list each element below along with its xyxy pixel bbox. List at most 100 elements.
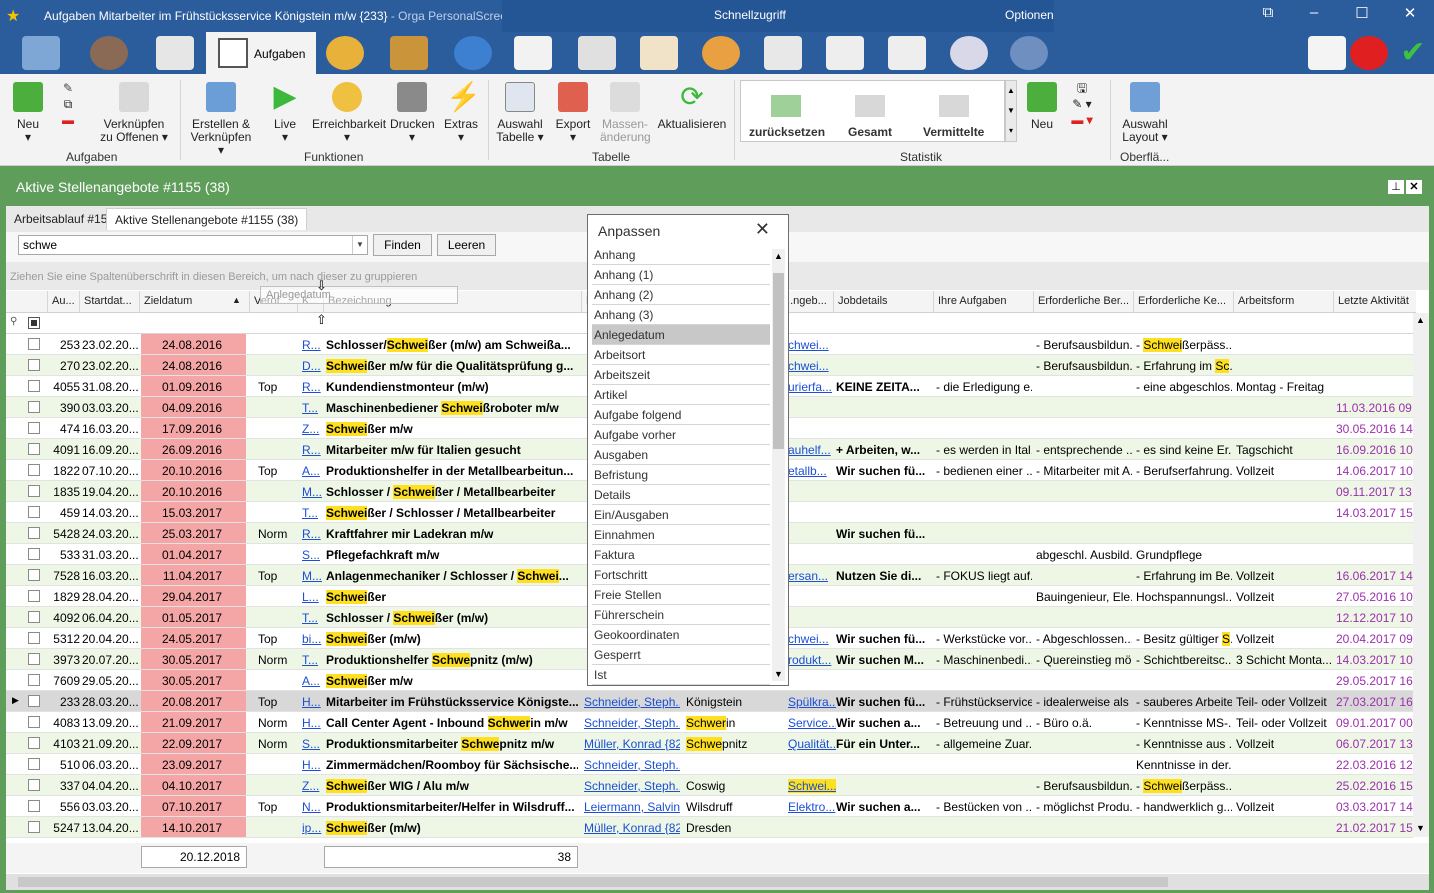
minimize-icon[interactable]: –: [1302, 4, 1326, 21]
column-chooser-item[interactable]: Führerschein: [592, 605, 770, 625]
coins-module-icon[interactable]: [326, 36, 364, 70]
extras-button[interactable]: ⚡ Extras ▾: [442, 82, 481, 144]
dialog-scroll-down-icon[interactable]: ▼: [774, 669, 783, 679]
cell-bezeichnung[interactable]: Schweißer: [326, 590, 578, 604]
pin-icon[interactable]: ⊥: [1388, 180, 1404, 194]
column-separator[interactable]: [581, 291, 582, 313]
cell-betreuer-link[interactable]: Schneider, Steph...: [584, 758, 680, 772]
column-separator[interactable]: [1233, 291, 1234, 313]
drucken-button[interactable]: Drucken ▾: [390, 82, 435, 144]
column-chooser-item[interactable]: Befristung: [592, 465, 770, 485]
row-checkbox[interactable]: [28, 779, 40, 791]
column-chooser-item[interactable]: Anhang (3): [592, 305, 770, 325]
cell-betreuer-link[interactable]: Schneider, Steph...: [584, 779, 680, 793]
cell-kunde-link[interactable]: N...: [302, 800, 324, 814]
column-separator[interactable]: [79, 291, 80, 313]
neu-stat-button[interactable]: Neu: [1024, 82, 1060, 131]
qa-task-icon[interactable]: [514, 36, 552, 70]
cell-bezeichnung[interactable]: Schweißer (m/w): [326, 821, 578, 835]
cell-bezeichnung[interactable]: Maschinenbediener Schweißroboter m/w: [326, 401, 578, 415]
column-separator[interactable]: [1333, 291, 1334, 313]
cell-kunde-link[interactable]: Z...: [302, 779, 324, 793]
column-header[interactable]: Erforderliche Ber...: [1038, 295, 1132, 307]
column-chooser-item[interactable]: Anlegedatum: [592, 325, 770, 345]
table-row[interactable]: 410321.09.20...22.09.2017 Normal S...Produ…: [6, 733, 1414, 754]
cell-bezeichnung[interactable]: Schweißer m/w für die Qualitätsprüfung g…: [326, 359, 578, 373]
column-chooser-item[interactable]: Anhang (2): [592, 285, 770, 305]
erreichbarkeit-button[interactable]: Erreichbarkeit ▾: [312, 82, 386, 144]
tab-aktive-stellenangebote[interactable]: Aktive Stellenangebote #1155 (38): [106, 208, 308, 230]
cell-bezeichnung[interactable]: Kraftfahrer mir Ladekran m/w: [326, 527, 578, 541]
cell-angebot-link[interactable]: chwei...: [788, 359, 836, 373]
auswahl-tabelle-button[interactable]: Auswahl Tabelle ▾: [496, 82, 544, 144]
row-checkbox[interactable]: [28, 611, 40, 623]
row-checkbox[interactable]: [28, 590, 40, 602]
cell-bezeichnung[interactable]: Call Center Agent - Inbound Schwerin m/w: [326, 716, 578, 730]
cell-kunde-link[interactable]: T...: [302, 401, 324, 415]
close-window-icon[interactable]: ✕: [1398, 4, 1422, 22]
cell-kunde-link[interactable]: R...: [302, 527, 324, 541]
massenaenderung-button[interactable]: Massen-änderung: [600, 82, 651, 144]
cell-kunde-link[interactable]: R...: [302, 338, 324, 352]
cell-kunde-link[interactable]: R...: [302, 380, 324, 394]
verknuepfen-button[interactable]: Verknüpfen zu Offenen ▾: [100, 82, 168, 144]
table-row[interactable]: ▶ 233 28.03.20... 20.08.2017 Top H... Mitarbei…: [6, 691, 1414, 712]
settings-gear-icon[interactable]: [1010, 36, 1048, 70]
row-checkbox[interactable]: [28, 821, 40, 833]
close-panel-icon[interactable]: ✕: [1406, 180, 1422, 194]
column-separator[interactable]: [933, 291, 934, 313]
cell-bezeichnung[interactable]: Pflegefachkraft m/w: [326, 548, 578, 562]
scroll-down-icon[interactable]: ▼: [1416, 823, 1425, 833]
column-separator[interactable]: [139, 291, 140, 313]
column-header[interactable]: Arbeitsform: [1238, 295, 1332, 307]
stat-gesamt[interactable]: Gesamt: [848, 125, 892, 139]
row-checkbox[interactable]: [28, 443, 40, 455]
qa-notes-icon[interactable]: [640, 36, 678, 70]
column-header[interactable]: ...ngeb...: [784, 295, 832, 307]
cell-bezeichnung[interactable]: Produktionsmitarbeiter Schwepnitz m/w: [326, 737, 578, 751]
cell-kunde-link[interactable]: T...: [302, 611, 324, 625]
cell-kunde-link[interactable]: T...: [302, 506, 324, 520]
cell-angebot-link[interactable]: Service...: [788, 716, 836, 730]
cell-betreuer-link[interactable]: Schneider, Steph...: [584, 716, 680, 730]
cell-kunde-link[interactable]: Z...: [302, 422, 324, 436]
qa-list-icon[interactable]: [764, 36, 802, 70]
row-checkbox[interactable]: [28, 464, 40, 476]
dialog-scroll-thumb[interactable]: [773, 273, 784, 449]
qa-clock-icon[interactable]: [950, 36, 988, 70]
date-module-icon[interactable]: [156, 36, 194, 70]
column-header[interactable]: Ihre Aufgaben: [938, 295, 1032, 307]
cell-bezeichnung[interactable]: Produktionshelfer in der Metallbearbeitu…: [326, 464, 578, 478]
table-row[interactable]: 337 04.04.20... 04.10.2017 Z... Schweißer WI…: [6, 775, 1414, 796]
table-row[interactable]: 408313.09.20...21.09.2017 Normal H...Call …: [6, 712, 1414, 733]
row-checkbox[interactable]: [28, 506, 40, 518]
column-chooser-item[interactable]: Anhang: [592, 245, 770, 265]
aktualisieren-button[interactable]: ⟳ Aktualisieren: [656, 82, 728, 131]
cell-kunde-link[interactable]: ip...: [302, 821, 324, 835]
row-checkbox[interactable]: [28, 380, 40, 392]
restore-icon[interactable]: ⧉: [1256, 4, 1280, 21]
row-checkbox[interactable]: [28, 401, 40, 413]
cell-kunde-link[interactable]: H...: [302, 695, 324, 709]
cell-bezeichnung[interactable]: Anlagenmechaniker / Schlosser / Schwei..…: [326, 569, 578, 583]
cell-kunde-link[interactable]: A...: [302, 674, 324, 688]
search-dropdown-icon[interactable]: ▼: [352, 236, 367, 254]
row-checkbox[interactable]: [28, 695, 40, 707]
cell-bezeichnung[interactable]: Schlosser / Schweißer (m/w): [326, 611, 578, 625]
cell-bezeichnung[interactable]: Kundendienstmonteur (m/w): [326, 380, 578, 394]
cell-bezeichnung[interactable]: Schweißer / Schlosser / Metallbearbeiter: [326, 506, 578, 520]
cell-angebot-link[interactable]: urierfa...: [788, 380, 836, 394]
cell-bezeichnung[interactable]: Mitarbeiter im Frühstücksservice Königst…: [326, 695, 578, 709]
row-checkbox[interactable]: [28, 716, 40, 728]
column-separator[interactable]: [249, 291, 250, 313]
cell-kunde-link[interactable]: M...: [302, 485, 324, 499]
cell-kunde-link[interactable]: S...: [302, 548, 324, 562]
cell-betreuer-link[interactable]: Leiermann, Salvin...: [584, 800, 680, 814]
column-chooser-item[interactable]: Geokoordinaten: [592, 625, 770, 645]
options-menu[interactable]: Optionen: [1005, 8, 1054, 22]
cell-bezeichnung[interactable]: Produktionsmitarbeiter/Helfer in Wilsdru…: [326, 800, 578, 814]
cell-kunde-link[interactable]: M...: [302, 569, 324, 583]
column-chooser-item[interactable]: Faktura: [592, 545, 770, 565]
row-checkbox[interactable]: [28, 800, 40, 812]
cell-angebot-link[interactable]: Elektro...: [788, 800, 836, 814]
